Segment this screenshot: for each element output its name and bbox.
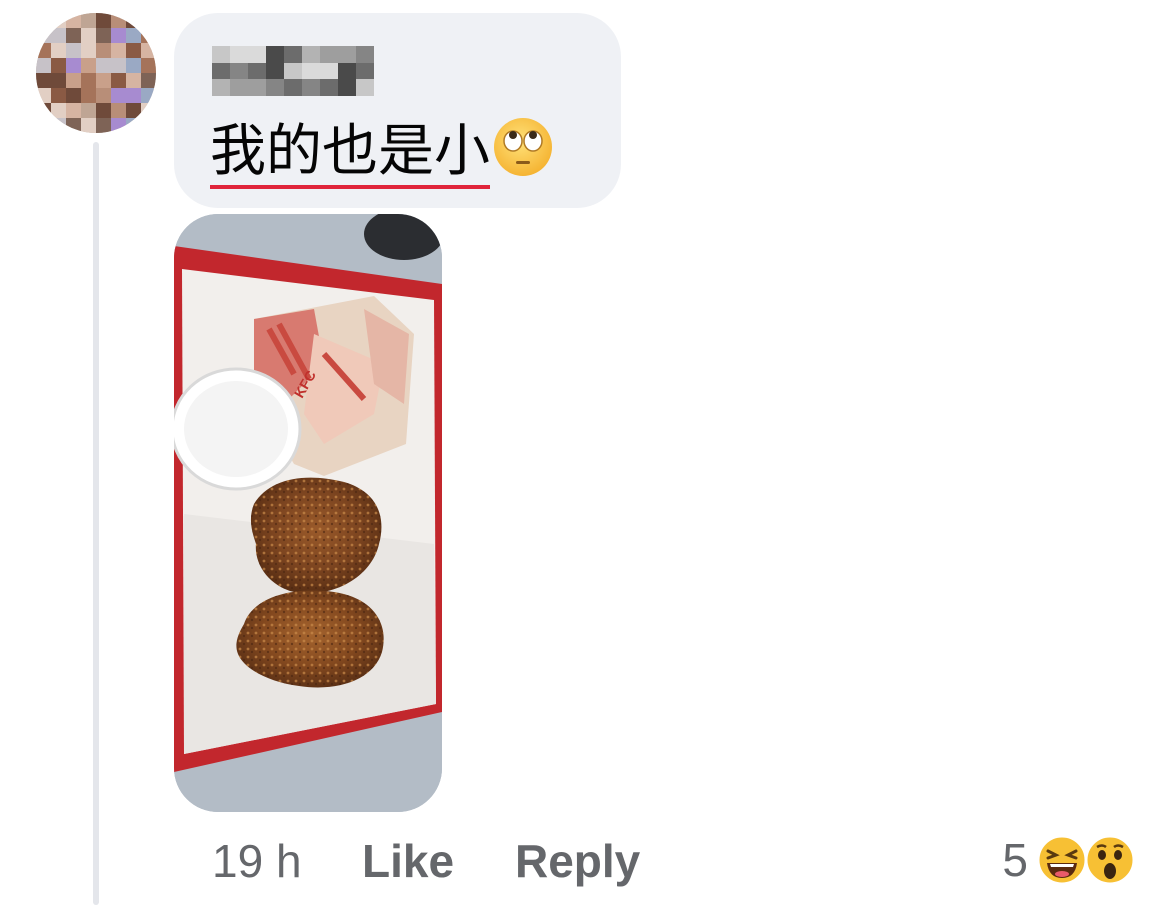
- laughing-face-icon: [1036, 834, 1088, 886]
- face-with-rolling-eyes-icon: [492, 116, 554, 193]
- comment-text: 我的也是小: [210, 116, 554, 189]
- comment-timestamp[interactable]: 19 h: [212, 834, 302, 888]
- thread-line: [93, 142, 99, 905]
- reply-button[interactable]: Reply: [515, 834, 640, 888]
- comment-actions: 19 h Like Reply 5: [0, 830, 1170, 900]
- avatar[interactable]: [36, 13, 156, 133]
- comment-photo[interactable]: KFC: [174, 214, 442, 812]
- comment-bubble: 我的也是小: [174, 13, 621, 208]
- like-button[interactable]: Like: [362, 834, 454, 888]
- wow-face-icon: [1084, 834, 1136, 886]
- reactions-summary[interactable]: 5: [1002, 832, 1136, 888]
- reaction-count: 5: [1002, 834, 1028, 886]
- author-name-blurred[interactable]: [212, 46, 374, 96]
- comment-text-content: 我的也是小: [210, 120, 490, 189]
